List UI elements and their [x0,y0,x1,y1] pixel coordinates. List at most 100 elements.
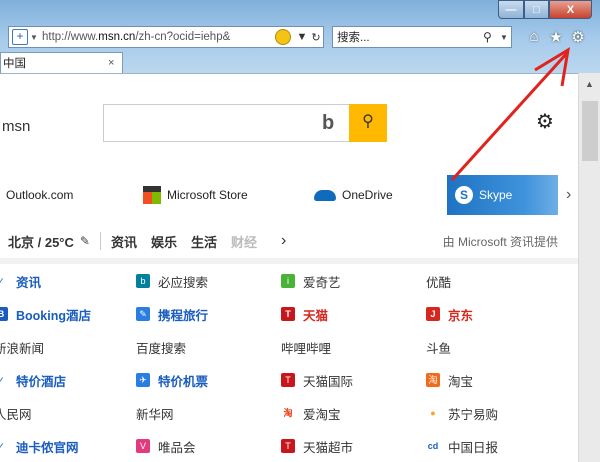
skype-icon: S [455,186,473,204]
link-item[interactable]: B Booking酒店 [0,303,91,325]
weather-location[interactable]: 北京 / 25°C [8,232,74,251]
search-input[interactable]: 搜索... [337,29,483,45]
tab-close-icon[interactable]: × [108,57,122,69]
suning-icon: ● [430,408,436,418]
links-row: 人民网 新华网 淘爱淘宝 ● 苏宁易购 [0,402,578,424]
link-item[interactable]: i 爱奇艺 [281,270,341,292]
link-item[interactable]: 斗鱼 [426,336,451,358]
compatibility-icon[interactable] [275,29,291,45]
link-item[interactable]: T 天猫国际 [281,369,353,391]
link-item[interactable]: ✓ 特价酒店 [0,369,66,391]
quicklink-outlook[interactable]: Outlook.com [0,175,73,215]
link-item[interactable]: ● 苏宁易购 [426,402,498,424]
search-dropdown-icon[interactable]: ▼ [497,33,511,42]
page-settings-icon[interactable]: ⚙ [536,109,554,134]
favorites-icon[interactable]: ★ [548,28,564,46]
iqiyi-icon: i [281,274,295,288]
search-icon[interactable]: ⚲ [483,30,497,44]
link-label: 唯品会 [158,440,196,455]
link-item[interactable]: cd 中国日报 [426,435,498,457]
link-label: 新华网 [136,407,174,422]
tab-title: 中国 [3,58,26,70]
link-item[interactable]: 人民网 [0,402,32,424]
scroll-thumb[interactable] [582,101,598,161]
vertical-scrollbar[interactable]: ▲ [578,73,600,462]
page-plus-icon[interactable]: + [12,29,28,45]
decathlon-check-icon: ✓ [0,441,5,451]
refresh-icon[interactable]: ↻ [309,31,323,44]
jd-icon: J [426,307,440,321]
link-item[interactable]: ✓ 迪卡侬官网 [0,435,79,457]
link-label: 必应搜索 [158,275,209,290]
address-url[interactable]: http://www.msn.cn/zh-cn?ocid=iehp& [40,31,275,43]
msn-brand[interactable]: msn [2,118,30,135]
home-icon[interactable]: ⌂ [526,28,542,46]
url-domain: msn.cn [98,31,136,43]
booking-icon: B [0,307,8,321]
bing-search-button[interactable]: ⚲ [349,104,387,142]
quicklink-skype[interactable]: S Skype [447,175,558,215]
browser-tab[interactable]: 中国 × [0,52,123,73]
link-label: 迪卡侬官网 [16,440,79,455]
quicklink-label: Microsoft Store [167,188,248,202]
link-item[interactable]: J 京东 [426,303,473,325]
search-box[interactable]: 搜索... ⚲ ▼ [332,26,512,48]
url-rest: /zh-cn?ocid=iehp& [135,31,231,43]
quicklink-onedrive[interactable]: OneDrive [314,175,393,215]
vip-icon: V [136,439,150,453]
scroll-up-icon[interactable]: ▲ [585,79,594,89]
link-item[interactable]: ✓ 资讯 [0,270,41,292]
link-label: 人民网 [0,407,32,422]
link-item[interactable]: 优酷 [426,270,451,292]
quicklinks-bar: Outlook.com Microsoft Store OneDrive S S… [0,175,578,215]
toolbar-icons: ⌂ ★ ⚙ [526,28,586,46]
quicklink-microsoft-store[interactable]: Microsoft Store [143,175,248,215]
link-item[interactable]: 百度搜索 [136,336,186,358]
nav-next-icon[interactable]: › [281,232,286,250]
link-item[interactable]: b 必应搜索 [136,270,208,292]
bing-icon: b [136,274,150,288]
link-label: 爱淘宝 [303,407,341,422]
link-item[interactable]: 新华网 [136,402,174,424]
address-bar[interactable]: + ▼ http://www.msn.cn/zh-cn?ocid=iehp& ▼… [8,26,324,48]
check-icon: ✓ [0,276,5,286]
link-item[interactable]: ✎ 携程旅行 [136,303,208,325]
address-dropdown-icon[interactable]: ▼ [295,31,309,43]
section-divider [0,258,578,264]
quicklink-label: OneDrive [342,188,393,202]
nav-item-news[interactable]: 资讯 [111,232,137,251]
site-dropdown-icon[interactable]: ▼ [28,33,40,42]
tools-gear-icon[interactable]: ⚙ [570,28,586,46]
link-item[interactable]: V 唯品会 [136,435,196,457]
link-label: 斗鱼 [426,341,452,356]
link-item[interactable]: 哔哩哔哩 [281,336,331,358]
link-label: 特价酒店 [16,374,67,389]
taobao-icon: 淘 [426,373,440,387]
quicklinks-next-icon[interactable]: › [566,186,571,204]
link-label: 携程旅行 [158,308,209,323]
link-item[interactable]: ✈ 特价机票 [136,369,208,391]
link-item[interactable]: T 天猫超市 [281,435,353,457]
link-label: 天猫国际 [303,374,354,389]
minimize-button[interactable]: — [498,0,524,19]
nav-item-life[interactable]: 生活 [191,232,217,251]
tmall-supermarket-icon: T [281,439,295,453]
link-item[interactable]: T 天猫 [281,303,328,325]
link-item[interactable]: 新浪新闻 [0,336,44,358]
link-item[interactable]: 淘爱淘宝 [281,402,341,424]
link-label: 资讯 [16,275,42,290]
links-row: 新浪新闻 百度搜索 哔哩哔哩 斗鱼 [0,336,578,358]
bing-search-input[interactable]: b ⚲ [103,104,387,142]
nav-item-finance[interactable]: 财经 [231,232,257,251]
close-button[interactable]: X [549,0,592,19]
links-row: ✓ 迪卡侬官网 V 唯品会 T 天猫超市 cd 中国日报 [0,435,578,457]
edit-pencil-icon[interactable]: ✎ [80,234,90,248]
link-item[interactable]: 淘淘宝 [426,369,473,391]
link-label: 淘宝 [448,374,474,389]
onedrive-cloud-icon [314,189,336,201]
hotel-check-icon: ✓ [0,375,5,385]
maximize-button[interactable]: □ [524,0,549,19]
nav-item-entertainment[interactable]: 娱乐 [151,232,177,251]
tmall-global-icon: T [281,373,295,387]
url-prefix: http://www. [42,31,99,43]
